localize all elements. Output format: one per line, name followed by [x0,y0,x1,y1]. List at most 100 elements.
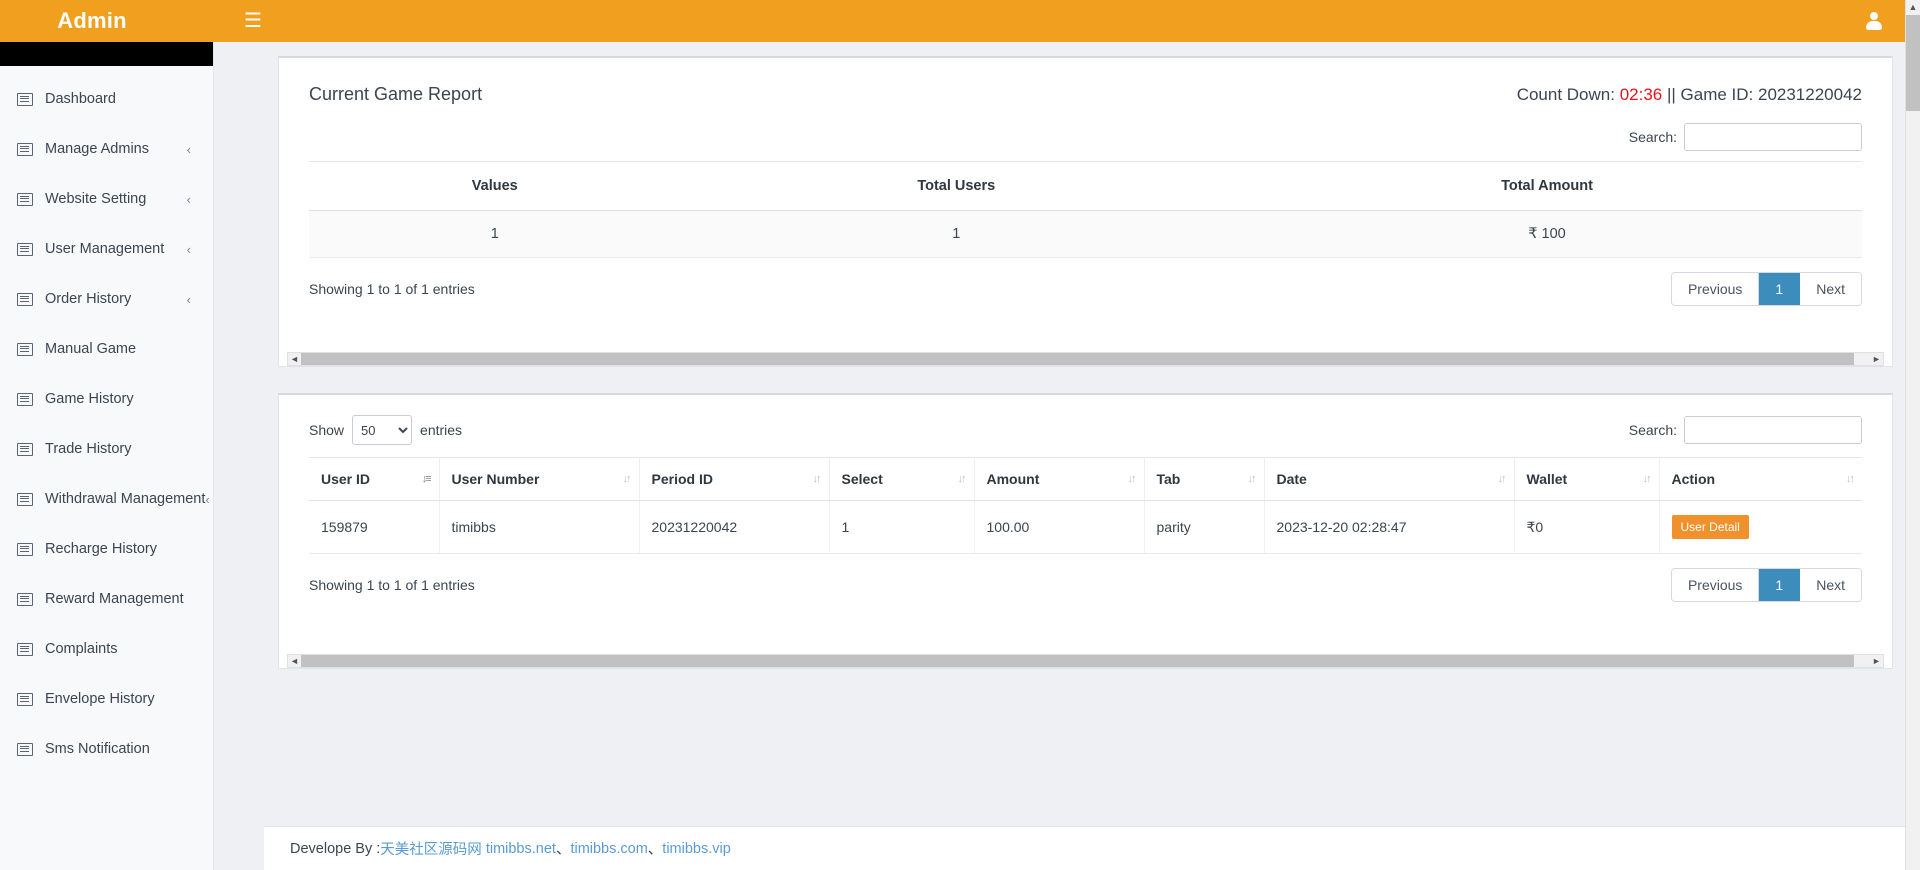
pagination-previous[interactable]: Previous [1672,569,1759,601]
column-tab[interactable]: Tab ↓↑ [1144,458,1264,501]
sort-icon[interactable]: ↓↑ [1248,473,1255,485]
list-icon [17,393,33,406]
sidebar-item-trade-history[interactable]: Trade History [0,434,213,464]
pagination-page-1[interactable]: 1 [1759,273,1800,305]
report-showing-row: Showing 1 to 1 of 1 entries Previous 1 N… [279,258,1892,306]
main-content: Current Game Report Count Down: 02:36 ||… [264,42,1905,870]
scroll-right-arrow-icon[interactable]: ► [1870,354,1883,364]
pagination-next[interactable]: Next [1800,569,1861,601]
table-row: 1 1 ₹ 100 [309,211,1862,258]
search-input[interactable] [1684,416,1862,444]
cell-select[interactable]: 1 [829,501,974,554]
pagination-previous[interactable]: Previous [1672,273,1759,305]
countdown-value: 02:36 [1620,85,1663,104]
search-input[interactable] [1684,123,1862,151]
sidebar-item-label: Complaints [45,641,118,657]
chevron-left-icon: ‹ [205,493,209,506]
sidebar-item-envelope-history[interactable]: Envelope History [0,684,213,714]
column-user-number[interactable]: User Number ↓↑ [439,458,639,501]
show-entries-control: Show 50 entries [309,415,462,445]
sort-icon[interactable]: ↓↑ [1128,473,1135,485]
list-icon [17,143,33,156]
column-select[interactable]: Select ↓↑ [829,458,974,501]
cell-period-id: 20231220042 [639,501,829,554]
entries-select[interactable]: 50 [352,415,412,445]
table-header-row: User ID ↓≡ User Number ↓↑ Period ID ↓↑ [309,458,1862,501]
report-card-header: Current Game Report Count Down: 02:36 ||… [279,58,1892,109]
cell-tab: parity [1144,501,1264,554]
sidebar-item-label: Manual Game [45,341,136,357]
footer-link-community[interactable]: 天美社区源码网 [380,838,482,859]
column-period-id[interactable]: Period ID ↓↑ [639,458,829,501]
hamburger-icon[interactable]: ☰ [244,11,262,31]
sort-icon[interactable]: ↓↑ [623,473,630,485]
sidebar-item-game-history[interactable]: Game History [0,384,213,414]
column-date[interactable]: Date ↓↑ [1264,458,1514,501]
sidebar-item-label: Game History [45,391,134,407]
sort-icon[interactable]: ↓↑ [1498,473,1505,485]
sort-icon[interactable]: ↓↑ [1643,473,1650,485]
detail-controls-row: Show 50 entries Search: [279,395,1892,457]
footer-link-timibbs-net[interactable]: timibbs.net [486,841,556,857]
sidebar-item-recharge-history[interactable]: Recharge History [0,534,213,564]
cell-action: User Detail [1659,501,1862,554]
scrollbar-thumb[interactable] [301,655,1854,667]
list-icon [17,743,33,756]
sidebar-item-user-management[interactable]: User Management ‹ [0,234,213,264]
scroll-left-arrow-icon[interactable]: ◄ [288,354,301,364]
column-label: Tab [1157,471,1181,487]
sidebar-nav: Dashboard Manage Admins ‹ Website Settin… [0,66,213,764]
sidebar-item-manage-admins[interactable]: Manage Admins ‹ [0,134,213,164]
sort-icon[interactable]: ↓↑ [958,473,965,485]
sidebar-item-complaints[interactable]: Complaints [0,634,213,664]
sidebar-item-withdrawal-management[interactable]: Withdrawal Management ‹ [0,484,213,514]
chevron-left-icon: ‹ [187,243,191,256]
cell-wallet: ₹0 [1514,501,1659,554]
sidebar-item-reward-management[interactable]: Reward Management [0,584,213,614]
footer-link-timibbs-com[interactable]: timibbs.com [570,841,647,857]
detail-showing-row: Showing 1 to 1 of 1 entries Previous 1 N… [279,554,1892,602]
list-icon [17,593,33,606]
showing-entries-text: Showing 1 to 1 of 1 entries [309,577,475,593]
detail-horizontal-scrollbar[interactable]: ◄ ► [287,654,1884,668]
column-amount[interactable]: Amount ↓↑ [974,458,1144,501]
sidebar-item-label: Order History [45,291,131,307]
scroll-up-arrow-icon[interactable]: ▲ [1906,0,1920,15]
page-vertical-scrollbar[interactable]: ▲ [1905,0,1920,870]
scrollbar-thumb[interactable] [301,353,1854,365]
column-label: Select [842,471,883,487]
column-user-id[interactable]: User ID ↓≡ [309,458,439,501]
report-search-label: Search: [1629,129,1677,145]
user-icon[interactable] [1865,11,1883,31]
chevron-left-icon: ‹ [187,193,191,206]
sidebar-item-order-history[interactable]: Order History ‹ [0,284,213,314]
show-label: Show [309,422,344,438]
column-total-amount: Total Amount [1232,162,1862,211]
sidebar-item-website-setting[interactable]: Website Setting ‹ [0,184,213,214]
report-horizontal-scrollbar[interactable]: ◄ ► [287,352,1884,366]
showing-entries-text: Showing 1 to 1 of 1 entries [309,281,475,297]
sort-icon[interactable]: ↓↑ [1846,473,1853,485]
pagination-page-1[interactable]: 1 [1759,569,1800,601]
scroll-left-arrow-icon[interactable]: ◄ [288,656,301,666]
scroll-right-arrow-icon[interactable]: ► [1870,656,1883,666]
scrollbar-track[interactable] [301,655,1870,667]
column-label: Action [1672,471,1716,487]
sidebar-item-sms-notification[interactable]: Sms Notification [0,734,213,764]
sort-ascending-icon[interactable]: ↓≡ [422,473,430,485]
sidebar-item-manual-game[interactable]: Manual Game [0,334,213,364]
user-detail-button[interactable]: User Detail [1672,515,1749,539]
sort-icon[interactable]: ↓↑ [813,473,820,485]
game-id-value: 20231220042 [1758,85,1862,104]
column-action[interactable]: Action ↓↑ [1659,458,1862,501]
sidebar-item-dashboard[interactable]: Dashboard [0,84,213,114]
page-title: Current Game Report [309,84,482,105]
footer-link-timibbs-vip[interactable]: timibbs.vip [662,841,731,857]
list-icon [17,93,33,106]
scrollbar-track[interactable] [301,353,1870,365]
column-label: Amount [987,471,1040,487]
page-scrollbar-thumb[interactable] [1906,15,1920,111]
column-wallet[interactable]: Wallet ↓↑ [1514,458,1659,501]
pagination-next[interactable]: Next [1800,273,1861,305]
summary-table-body: 1 1 ₹ 100 [309,211,1862,258]
